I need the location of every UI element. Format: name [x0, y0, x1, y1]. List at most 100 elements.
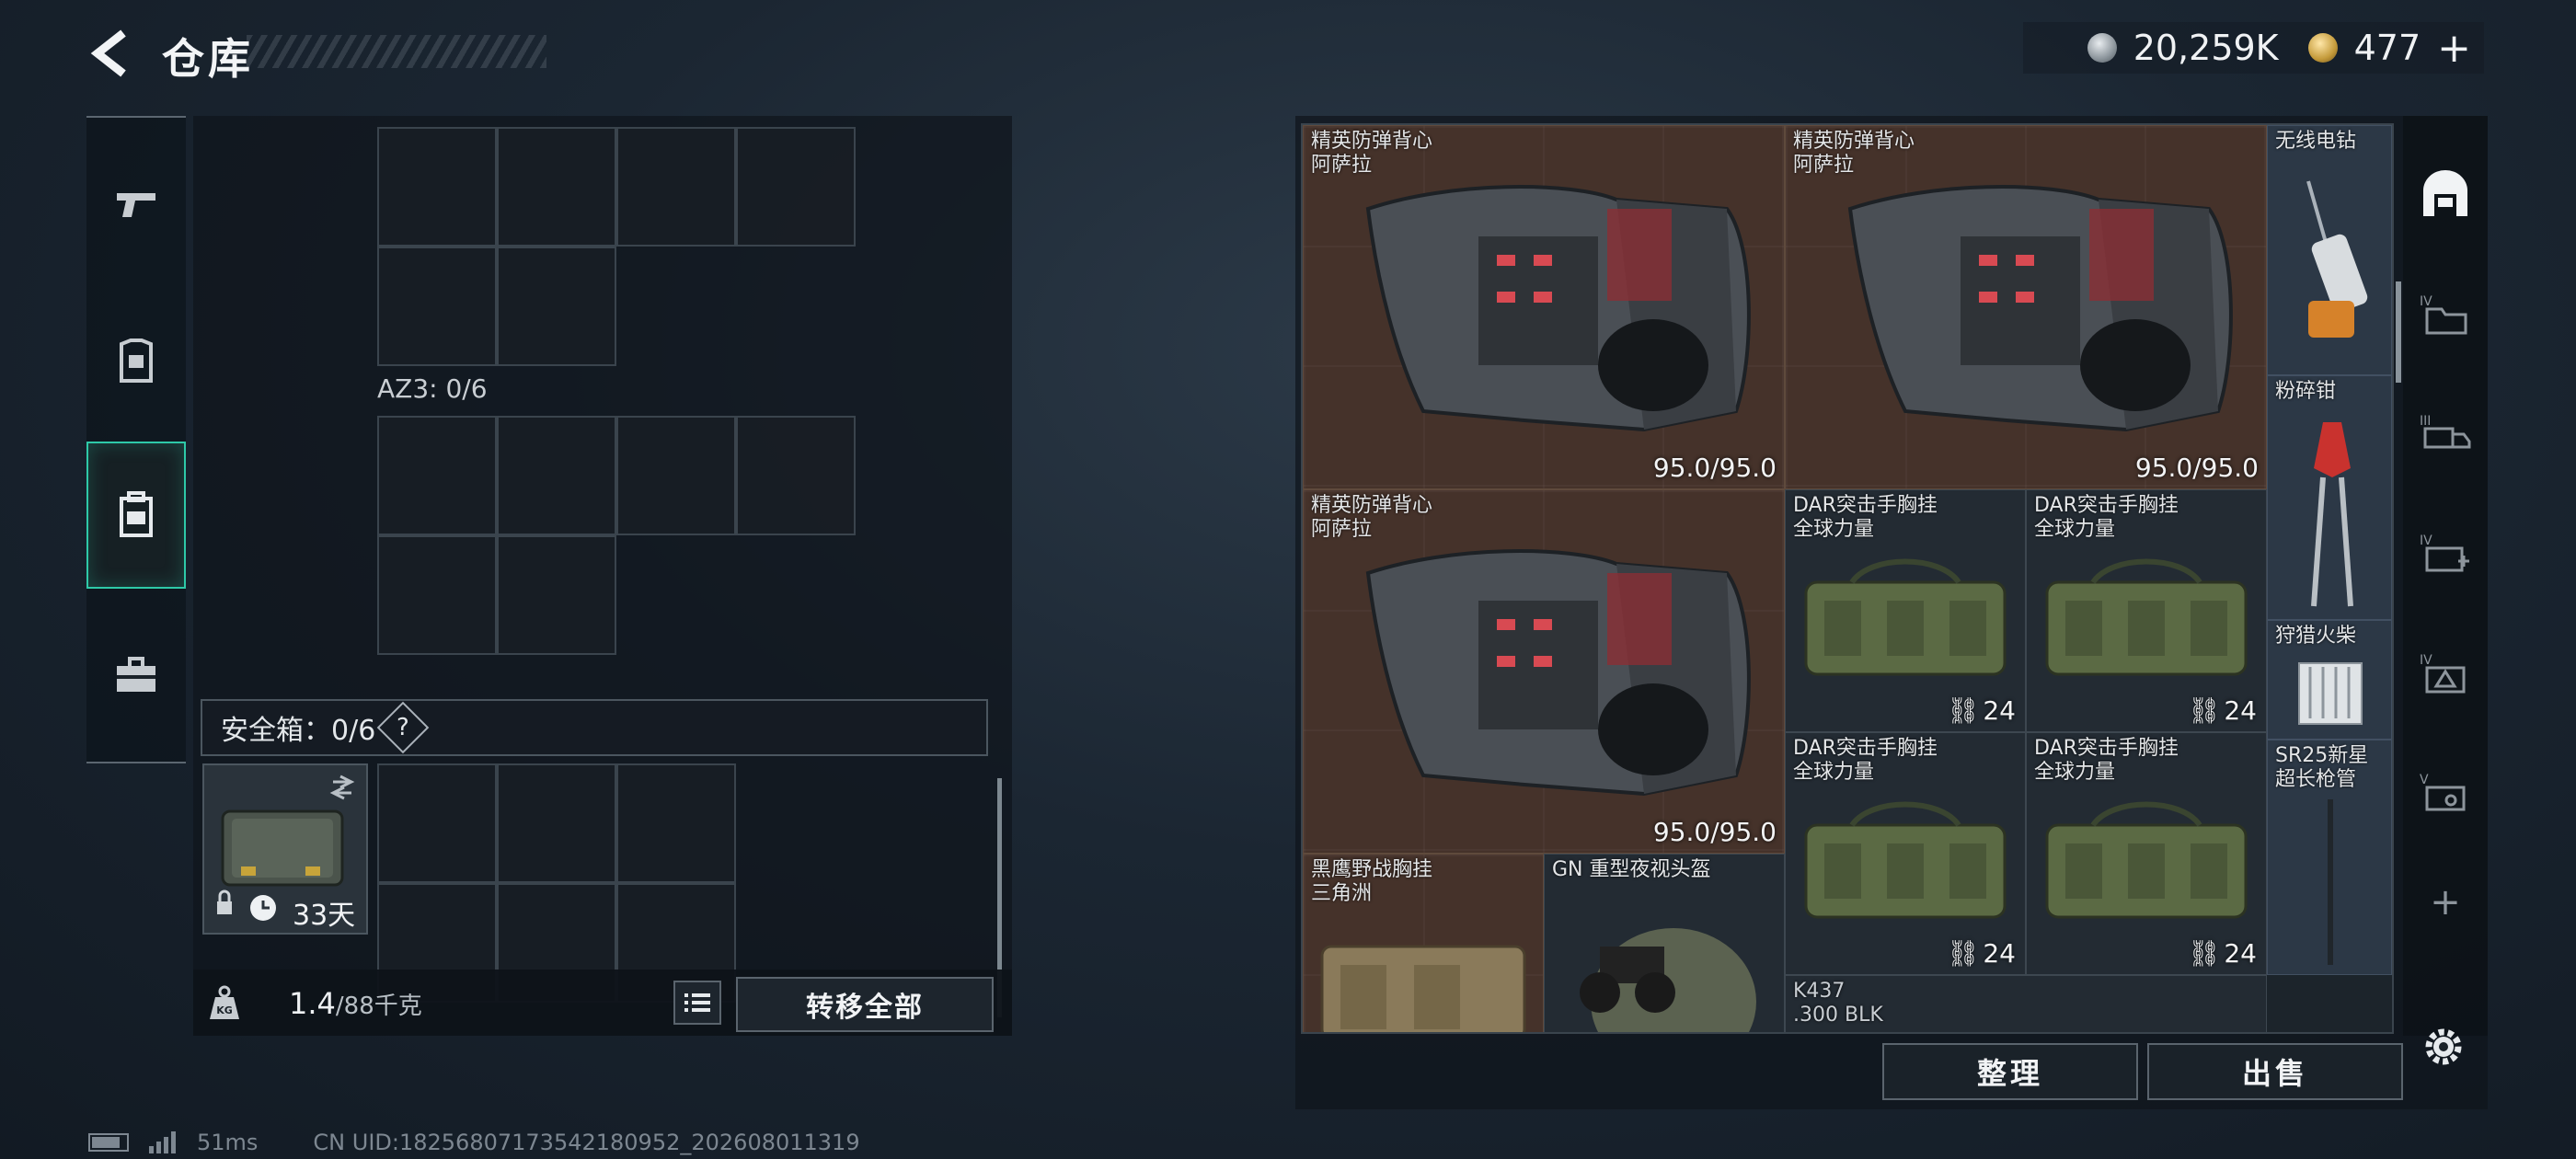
safebox-timer: 33天 — [293, 900, 356, 932]
grid-slot[interactable] — [736, 416, 856, 535]
gold-amount: 477 — [2353, 28, 2421, 68]
warehouse-scrollbar[interactable] — [2396, 281, 2401, 383]
backpack-panel: AZ3: 0/6 安全箱：0/6 ? 33天 KG 1.4/88千克 转移全部 — [193, 116, 1012, 1036]
item-elite-vest-1[interactable]: 精英防弹背心 阿萨拉 95.0/95.0 — [1303, 125, 1785, 489]
item-dar-rig-4[interactable]: DAR突击手胸挂 全球力量 ⛓ 24 — [2026, 732, 2267, 975]
tab-container-iv-3[interactable]: IV — [2403, 613, 2488, 732]
armor-vest-image — [1365, 549, 1751, 797]
grid-slot[interactable] — [377, 247, 497, 366]
item-k437[interactable]: K437.300 BLK — [1785, 975, 2267, 1032]
weight-current: 1.4 — [289, 986, 336, 1021]
item-blackhawk-rig[interactable]: 黑鹰野战胸挂 三角洲 — [1303, 854, 1544, 1032]
grid-slot[interactable] — [497, 127, 616, 247]
item-dar-rig-2[interactable]: DAR突击手胸挂 全球力量 ⛓ 24 — [2026, 489, 2267, 732]
backpack-footer: KG 1.4/88千克 转移全部 — [193, 970, 1012, 1036]
item-count: 24 — [1983, 695, 2016, 726]
item-elite-vest-3[interactable]: 精英防弹背心 阿萨拉 95.0/95.0 — [1303, 489, 1785, 854]
battery-icon — [88, 1133, 129, 1152]
ping-display: 51ms — [197, 1130, 259, 1155]
grid-slot[interactable] — [377, 416, 497, 535]
gold-coin-icon — [2307, 33, 2338, 63]
weight-icon: KG — [206, 984, 243, 1021]
back-button[interactable] — [85, 26, 140, 81]
svg-text:IV: IV — [2420, 653, 2432, 668]
field-rig-image — [1320, 945, 1526, 1032]
add-currency-button[interactable]: + — [2437, 25, 2471, 72]
item-hunting-matches[interactable]: 狩猎火柴 — [2267, 620, 2392, 740]
warehouse-grid: 精英防弹背心 阿萨拉 95.0/95.0 精英防弹背心 阿萨拉 95.0/95.… — [1301, 123, 2394, 1034]
list-view-button[interactable] — [673, 981, 721, 1025]
case-tier-icon: V — [2420, 773, 2466, 811]
stack-icon: ⛓ — [1946, 938, 1980, 969]
pistol-icon — [117, 193, 155, 217]
title-decoration — [247, 35, 546, 68]
sell-button[interactable]: 出售 — [2147, 1043, 2403, 1100]
grid-slot[interactable] — [616, 763, 736, 883]
grid-slot[interactable] — [616, 127, 736, 247]
stack-icon: ⛓ — [2187, 938, 2221, 969]
tab-container-iii[interactable]: III — [2403, 373, 2488, 493]
safebox-item[interactable]: 33天 — [202, 763, 368, 935]
tab-container-iv-1[interactable]: IV — [2403, 254, 2488, 373]
tab-container-v[interactable]: V — [2403, 732, 2488, 852]
signal-icon — [149, 1131, 176, 1153]
currency-bar: 20,259K 477 + — [2022, 22, 2484, 74]
sort-button[interactable]: 整理 — [1882, 1043, 2138, 1100]
triangle-tier-icon: IV — [2420, 653, 2466, 694]
warehouse-icon — [2423, 170, 2467, 216]
grid-slot[interactable] — [497, 535, 616, 655]
warehouse-tabs: IV III IV IV V + — [2403, 116, 2488, 1036]
item-count: 24 — [1983, 938, 2016, 969]
item-gn-nvg-helmet[interactable]: GN 重型夜视头盔 — [1544, 854, 1785, 1032]
item-cordless-drill[interactable]: 无线电钻 — [2267, 125, 2392, 375]
chest-rig-image — [1804, 801, 2007, 919]
tab-container-iv-2[interactable]: IV — [2403, 493, 2488, 613]
tab-warehouse-main[interactable] — [2403, 134, 2488, 254]
nav-weapons[interactable] — [86, 131, 186, 278]
transfer-all-button[interactable]: 转移全部 — [736, 977, 994, 1032]
briefcase-icon — [117, 657, 155, 692]
item-dar-rig-1[interactable]: DAR突击手胸挂 全球力量 ⛓ 24 — [1785, 489, 2026, 732]
chest-rig-image — [2045, 801, 2248, 919]
nav-backpack[interactable] — [86, 442, 186, 589]
grid-slot[interactable] — [497, 416, 616, 535]
armor-icon — [120, 339, 153, 383]
item-sr25-barrel[interactable]: SR25新星 超长枪管 — [2267, 740, 2392, 975]
gear-icon — [2425, 1028, 2462, 1065]
silver-amount: 20,259K — [2133, 28, 2279, 68]
warehouse-panel: 精英防弹背心 阿萨拉 95.0/95.0 精英防弹背心 阿萨拉 95.0/95.… — [1295, 116, 2488, 1109]
nav-case[interactable] — [86, 602, 186, 749]
grid-slot[interactable] — [377, 535, 497, 655]
grid-slot[interactable] — [497, 247, 616, 366]
item-dar-rig-3[interactable]: DAR突击手胸挂 全球力量 ⛓ 24 — [1785, 732, 2026, 975]
help-button[interactable]: ? — [376, 701, 430, 754]
grid-slot[interactable] — [377, 763, 497, 883]
nvg-helmet-image — [1580, 928, 1756, 1032]
safebox-header: 安全箱：0/6 ? — [201, 699, 988, 756]
item-durability: 95.0/95.0 — [1652, 453, 1777, 483]
armor-vest-image — [1847, 185, 2233, 432]
item-bolt-cutter[interactable]: 粉碎钳 — [2267, 375, 2392, 620]
item-durability: 95.0/95.0 — [2134, 453, 2259, 483]
add-tab-button[interactable]: + — [2403, 843, 2488, 962]
grid-slot[interactable] — [616, 416, 736, 535]
chest-rig-image — [2045, 558, 2248, 676]
item-elite-vest-2[interactable]: 精英防弹背心 阿萨拉 95.0/95.0 — [1785, 125, 2267, 489]
armor-vest-image — [1365, 185, 1751, 432]
grid-slot[interactable] — [497, 763, 616, 883]
nav-armor[interactable] — [86, 289, 186, 436]
grid-slot[interactable] — [736, 127, 856, 247]
silver-coin-icon — [2087, 33, 2117, 63]
grid-slot[interactable] — [377, 127, 497, 247]
truck-tier-icon: III — [2420, 414, 2471, 449]
bolt-cutter-image — [2311, 422, 2353, 607]
safebox-grid — [377, 763, 736, 1003]
settings-button[interactable] — [2420, 1023, 2467, 1074]
backpack-icon — [120, 491, 153, 537]
medkit-tier-icon: IV — [2420, 534, 2469, 572]
svg-text:IV: IV — [2420, 294, 2432, 309]
barrel-image — [2328, 799, 2333, 965]
category-nav — [86, 116, 186, 763]
chest-rig-image — [1804, 558, 2007, 676]
stack-icon: ⛓ — [1946, 695, 1980, 726]
